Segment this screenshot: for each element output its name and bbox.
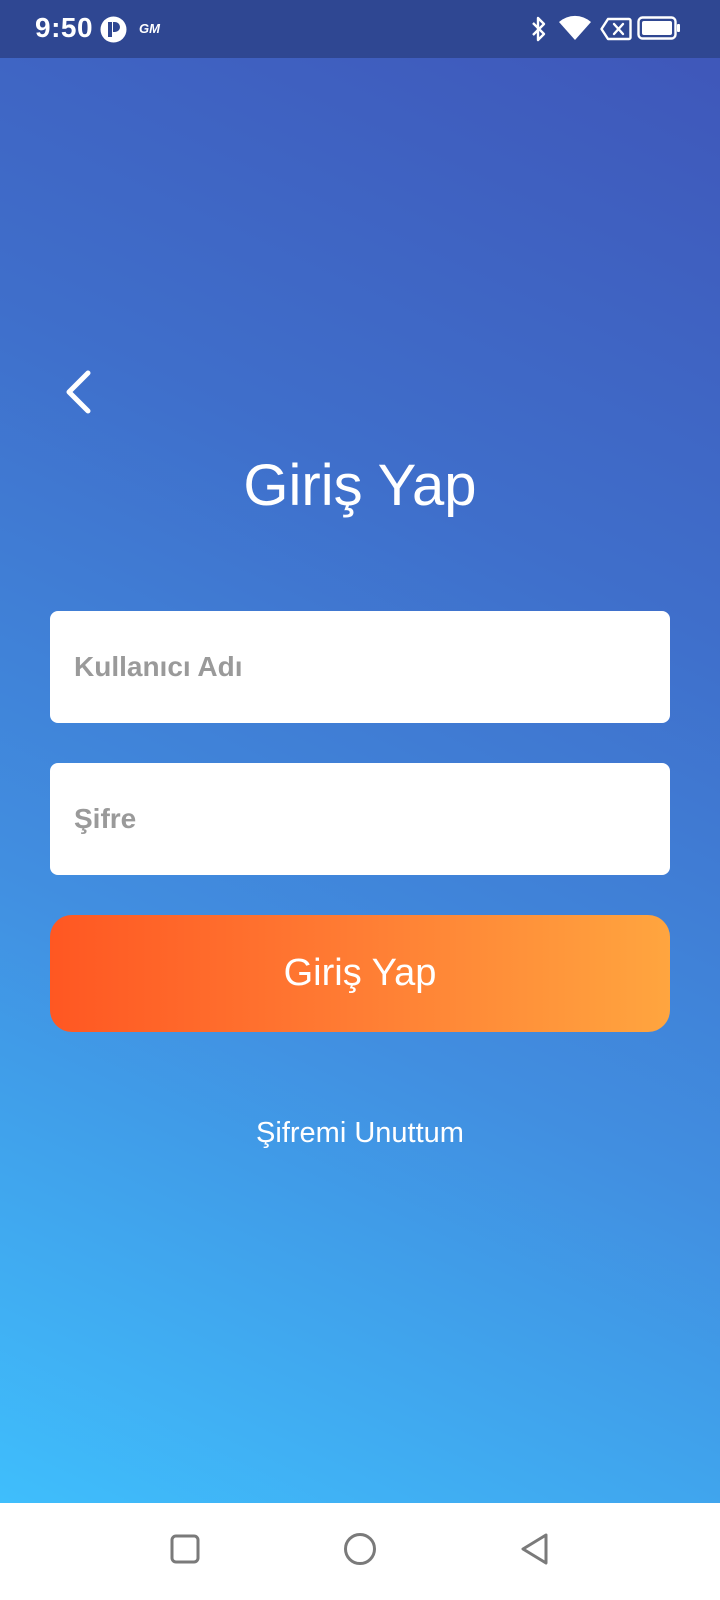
chevron-left-icon (64, 370, 92, 419)
page-title: Giriş Yap (243, 453, 477, 518)
system-nav-bar (0, 1503, 720, 1600)
login-button[interactable]: Giriş Yap (50, 915, 670, 1032)
password-field[interactable] (50, 763, 670, 875)
home-button[interactable] (332, 1523, 388, 1579)
wifi-icon (558, 14, 592, 47)
app-notification-icon (100, 16, 127, 48)
battery-icon (637, 16, 681, 45)
status-bar: 9:50 GM (0, 0, 720, 58)
login-screen: 9:50 GM Giriş Yap Kullanıcı Adı Giriş Ya… (0, 0, 720, 1503)
nav-back-button[interactable] (507, 1523, 563, 1579)
no-sim-icon (600, 17, 632, 46)
home-circle-icon (343, 1532, 377, 1571)
username-field[interactable] (50, 611, 670, 723)
forgot-password-link[interactable]: Şifremi Unuttum (0, 1117, 720, 1150)
bluetooth-icon (530, 15, 548, 48)
svg-text:GM: GM (139, 21, 161, 36)
recents-square-icon (170, 1534, 200, 1569)
gm-icon: GM (138, 20, 168, 41)
recents-button[interactable] (157, 1523, 213, 1579)
status-time: 9:50 (35, 12, 94, 43)
back-button[interactable] (52, 365, 104, 423)
back-triangle-icon (519, 1532, 551, 1571)
